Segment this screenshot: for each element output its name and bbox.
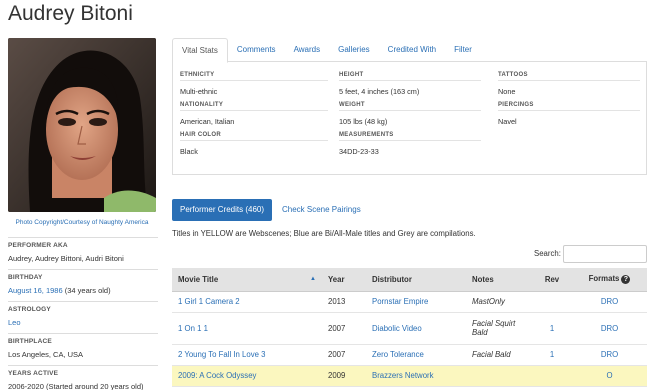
age-text: (34 years old) bbox=[62, 286, 111, 295]
formats-link[interactable]: DRO bbox=[572, 344, 647, 366]
stat-label-piercings: PIERCINGS bbox=[498, 100, 640, 111]
distributor-link[interactable]: Zero Tolerance bbox=[366, 344, 466, 366]
stat-value-measurements: 34DD-23-33 bbox=[339, 147, 379, 156]
search-input[interactable] bbox=[563, 245, 647, 263]
birthday-link[interactable]: August 16, 1986 bbox=[8, 286, 63, 295]
stats-column-2: HEIGHT 5 feet, 4 inches (163 cm) WEIGHT … bbox=[339, 70, 481, 160]
credits-table-body: 1 Girl 1 Camera 2 2013 Pornstar Empire Mast… bbox=[172, 291, 647, 387]
tab-comments[interactable]: Comments bbox=[228, 38, 285, 62]
sort-ascending-icon: ▲ bbox=[310, 275, 316, 282]
table-row: 1 On 1 1 2007 Diabolic Video Facial Squirt … bbox=[172, 312, 647, 345]
column-header-movie-title[interactable]: Movie Title ▲ bbox=[172, 268, 322, 292]
check-scene-pairings-link[interactable]: Check Scene Pairings bbox=[282, 199, 361, 221]
stat-value-piercings: Navel bbox=[498, 117, 517, 126]
table-row: 1 Girl 1 Camera 2 2013 Pornstar Empire Mast… bbox=[172, 291, 647, 313]
review-count-link[interactable]: 1 bbox=[532, 344, 572, 366]
page-title: Audrey Bitoni bbox=[8, 2, 133, 25]
stats-column-3: TATTOOS None PIERCINGS Navel bbox=[498, 70, 640, 130]
performer-photo[interactable] bbox=[8, 38, 156, 212]
stat-value-nationality: American, Italian bbox=[180, 117, 235, 126]
stat-value-height: 5 feet, 4 inches (163 cm) bbox=[339, 87, 420, 96]
review-count-link[interactable] bbox=[532, 365, 572, 387]
stats-column-1: ETHNICITY Multi-ethnic NATIONALITY Ameri… bbox=[180, 70, 328, 160]
movie-title-link[interactable]: 2009: A Cock Odyssey bbox=[172, 365, 322, 387]
color-legend-note: Titles in YELLOW are Webscenes; Blue are… bbox=[172, 229, 476, 238]
bio-label-aka: PERFORMER AKA bbox=[8, 237, 158, 251]
stat-value-tattoos: None bbox=[498, 87, 516, 96]
review-count-link[interactable]: 1 bbox=[532, 312, 572, 345]
astrology-link[interactable]: Leo bbox=[8, 318, 21, 327]
year-cell: 2009 bbox=[322, 365, 366, 387]
notes-cell: MastOnly bbox=[466, 291, 532, 313]
table-row: 2 Young To Fall In Love 3 2007 Zero Tolera… bbox=[172, 344, 647, 366]
stat-label-nationality: NATIONALITY bbox=[180, 100, 328, 111]
distributor-link[interactable]: Pornstar Empire bbox=[366, 291, 466, 313]
bio-label-astrology: ASTROLOGY bbox=[8, 301, 158, 315]
review-count-link[interactable] bbox=[532, 291, 572, 313]
bio-value-years-active: 2006-2020 (Started around 20 years old) bbox=[8, 382, 144, 390]
bio-value-astrology: Leo bbox=[8, 315, 158, 333]
help-icon[interactable]: ? bbox=[621, 275, 631, 285]
bio-label-years-active: YEARS ACTIVE bbox=[8, 365, 158, 379]
formats-link[interactable]: O bbox=[572, 365, 647, 387]
year-cell: 2007 bbox=[322, 312, 366, 345]
stat-label-height: HEIGHT bbox=[339, 70, 481, 81]
tab-awards[interactable]: Awards bbox=[285, 38, 330, 62]
stat-label-ethnicity: ETHNICITY bbox=[180, 70, 328, 81]
stat-label-measurements: MEASUREMENTS bbox=[339, 130, 481, 141]
credits-table: Movie Title ▲ Year Distributor Notes Rev … bbox=[172, 268, 647, 387]
stat-value-ethnicity: Multi-ethnic bbox=[180, 87, 218, 96]
performer-credits-button[interactable]: Performer Credits (460) bbox=[172, 199, 272, 221]
column-header-formats[interactable]: Formats? bbox=[572, 268, 647, 292]
notes-cell bbox=[466, 365, 532, 387]
bio-label-birthplace: BIRTHPLACE bbox=[8, 333, 158, 347]
notes-cell: Facial Squirt Bald bbox=[466, 312, 532, 345]
notes-cell: Facial Bald bbox=[466, 344, 532, 366]
year-cell: 2013 bbox=[322, 291, 366, 313]
tab-vital-stats[interactable]: Vital Stats bbox=[172, 38, 228, 63]
distributor-link[interactable]: Brazzers Network bbox=[366, 365, 466, 387]
formats-link[interactable]: DRO bbox=[572, 291, 647, 313]
stat-label-tattoos: TATTOOS bbox=[498, 70, 640, 81]
movie-title-link[interactable]: 2 Young To Fall In Love 3 bbox=[172, 344, 322, 366]
tab-credited-with[interactable]: Credited With bbox=[379, 38, 445, 62]
bio-value-birthplace: Los Angeles, CA, USA bbox=[8, 350, 84, 359]
tab-filter[interactable]: Filter bbox=[445, 38, 481, 62]
bio-section: PERFORMER AKA Audrey, Audrey Bittoni, Au… bbox=[8, 237, 158, 390]
movie-title-link[interactable]: 1 On 1 1 bbox=[172, 312, 322, 345]
stat-label-hair-color: HAIR COLOR bbox=[180, 130, 328, 141]
bio-value-birthday: August 16, 1986 (34 years old) bbox=[8, 283, 158, 301]
vital-stats-panel: ETHNICITY Multi-ethnic NATIONALITY Ameri… bbox=[172, 62, 647, 175]
search-label: Search: bbox=[534, 249, 561, 258]
column-header-year[interactable]: Year bbox=[322, 268, 366, 292]
column-header-distributor[interactable]: Distributor bbox=[366, 268, 466, 292]
table-row: 2009: A Cock Odyssey 2009 Brazzers Network… bbox=[172, 365, 647, 387]
table-header-row: Movie Title ▲ Year Distributor Notes Rev … bbox=[172, 268, 647, 292]
bio-value-aka: Audrey, Audrey Bittoni, Audri Bitoni bbox=[8, 254, 124, 263]
stat-value-hair-color: Black bbox=[180, 147, 198, 156]
photo-credit[interactable]: Photo Copyright/Courtesy of Naughty Amer… bbox=[8, 219, 156, 227]
profile-tabs: Vital Stats Comments Awards Galleries Cr… bbox=[172, 38, 647, 63]
bio-label-birthday: BIRTHDAY bbox=[8, 269, 158, 283]
performer-photo-image bbox=[8, 38, 156, 212]
column-header-notes[interactable]: Notes bbox=[466, 268, 532, 292]
tab-galleries[interactable]: Galleries bbox=[329, 38, 379, 62]
stat-value-weight: 105 lbs (48 kg) bbox=[339, 117, 388, 126]
stat-label-weight: WEIGHT bbox=[339, 100, 481, 111]
formats-link[interactable]: DRO bbox=[572, 312, 647, 345]
distributor-link[interactable]: Diabolic Video bbox=[366, 312, 466, 345]
movie-title-link[interactable]: 1 Girl 1 Camera 2 bbox=[172, 291, 322, 313]
year-cell: 2007 bbox=[322, 344, 366, 366]
column-header-rev[interactable]: Rev bbox=[532, 268, 572, 292]
